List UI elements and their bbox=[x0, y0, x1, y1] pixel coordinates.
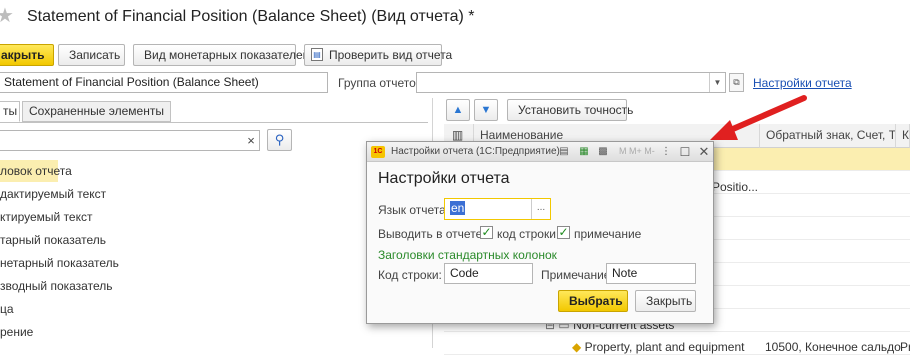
search-button[interactable]: ⚲ bbox=[267, 129, 292, 151]
clear-search-icon[interactable]: × bbox=[243, 131, 259, 150]
tab-divider bbox=[0, 122, 428, 123]
list-item[interactable]: ловок отчета bbox=[0, 160, 72, 182]
row-ppe-account: 10500, Конечное сальдо bbox=[765, 340, 901, 354]
list-item[interactable]: дактируемый текст bbox=[0, 183, 106, 205]
dialog-heading: Настройки отчета bbox=[378, 170, 510, 187]
row-ppe-code: Pr bbox=[900, 340, 910, 354]
report-settings-link[interactable]: Настройки отчета bbox=[753, 76, 852, 90]
maximize-icon[interactable]: ☐ bbox=[678, 145, 692, 159]
report-settings-dialog: 1С Настройки отчета (1С:Предприятие) ▤ ▦… bbox=[366, 141, 714, 324]
list-item[interactable]: зводный показатель bbox=[0, 275, 112, 297]
lang-select-button[interactable]: ... bbox=[531, 199, 550, 219]
select-button[interactable]: Выбрать bbox=[558, 290, 628, 312]
close-icon[interactable]: ✕ bbox=[697, 145, 711, 159]
note-checkbox-label[interactable]: примечание bbox=[574, 227, 641, 241]
arrow-up-icon: ▲ bbox=[452, 104, 464, 116]
set-precision-button[interactable]: Установить точность bbox=[507, 99, 633, 121]
monetary-indicators-button[interactable]: Вид монетарных показателей bbox=[133, 44, 309, 66]
print-icon[interactable]: ▤ bbox=[557, 145, 571, 159]
code-field[interactable]: Code bbox=[444, 263, 533, 284]
list-item[interactable]: ца bbox=[0, 298, 14, 320]
favorite-star-icon[interactable]: ★ bbox=[0, 6, 14, 26]
calendar-icon[interactable]: ▩ bbox=[596, 145, 610, 159]
search-icon: ⚲ bbox=[274, 132, 285, 147]
lang-label: Язык отчета: bbox=[378, 203, 450, 217]
menu-icon[interactable]: ⋮ bbox=[659, 145, 673, 159]
close-dialog-button[interactable]: Закрыть bbox=[635, 290, 696, 312]
row-code-checkbox[interactable]: ✓ bbox=[480, 226, 493, 239]
code-label: Код строки: bbox=[378, 268, 442, 282]
dropdown-arrow-icon[interactable]: ▼ bbox=[709, 73, 725, 92]
report-check-icon: ▤ bbox=[311, 48, 323, 61]
group-label: Группа отчетов: bbox=[338, 76, 426, 90]
note-label: Примечание: bbox=[541, 268, 614, 282]
row-ppe-label: Property, plant and equipment bbox=[584, 340, 745, 354]
tab-elements[interactable]: ты bbox=[0, 101, 20, 122]
move-down-button[interactable]: ▼ bbox=[474, 99, 498, 121]
note-field[interactable]: Note bbox=[606, 263, 696, 284]
save-button[interactable]: Записать bbox=[58, 44, 125, 66]
calculator-icon[interactable]: ▦ bbox=[577, 145, 591, 159]
search-input[interactable] bbox=[0, 130, 260, 151]
list-item[interactable]: рение bbox=[0, 321, 33, 343]
dialog-window-title: Настройки отчета (1С:Предприятие) bbox=[391, 146, 560, 157]
report-name-field[interactable]: Statement of Financial Position (Balance… bbox=[0, 72, 328, 93]
close-button[interactable]: акрыть bbox=[0, 44, 54, 66]
row-ppe: ◆ Property, plant and equipment bbox=[572, 340, 744, 354]
check-report-button[interactable]: ▤ Проверить вид отчета bbox=[304, 44, 452, 66]
move-up-button[interactable]: ▲ bbox=[446, 99, 470, 121]
check-report-label: Проверить вид отчета bbox=[329, 48, 453, 62]
grid-header-code[interactable]: Ко bbox=[896, 124, 910, 148]
red-arrow-annotation bbox=[710, 95, 807, 140]
row-partial-text: Positio... bbox=[712, 180, 759, 194]
output-label: Выводить в отчете: bbox=[378, 227, 486, 241]
open-icon[interactable]: ⧉ bbox=[729, 73, 744, 92]
report-group-field[interactable] bbox=[416, 72, 726, 93]
window-title: Statement of Financial Position (Balance… bbox=[27, 8, 475, 25]
app-logo-icon: 1С bbox=[371, 146, 385, 158]
tab-saved-elements[interactable]: Сохраненные элементы bbox=[22, 101, 171, 122]
memory-buttons[interactable]: M M+ M- bbox=[619, 146, 655, 156]
note-checkbox[interactable]: ✓ bbox=[557, 226, 570, 239]
folder-icon: ◆ bbox=[572, 340, 582, 354]
dialog-titlebar[interactable]: 1С Настройки отчета (1С:Предприятие) ▤ ▦… bbox=[367, 142, 713, 162]
section-heading: Заголовки стандартных колонок bbox=[378, 248, 557, 262]
row-code-checkbox-label[interactable]: код строки bbox=[497, 227, 556, 241]
list-item[interactable]: ктируемый текст bbox=[0, 206, 93, 228]
list-item[interactable]: нетарный показатель bbox=[0, 252, 119, 274]
lang-value: en bbox=[450, 201, 466, 215]
list-item[interactable]: тарный показатель bbox=[0, 229, 106, 251]
arrow-down-icon: ▼ bbox=[480, 104, 492, 116]
